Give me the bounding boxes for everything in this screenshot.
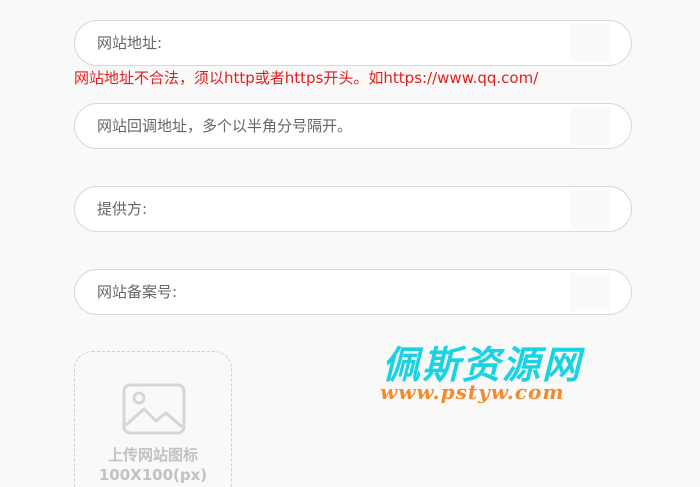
field-inner-shade: [571, 190, 611, 228]
provider-field[interactable]: [74, 186, 632, 232]
site-url-error-message: 网站地址不合法，须以http或者https开头。如https://www.qq.…: [74, 69, 539, 87]
record-number-field[interactable]: [74, 269, 632, 315]
site-icon-upload-button[interactable]: 上传网站图标 100X100(px): [74, 351, 232, 487]
upload-size-hint: 100X100(px): [98, 466, 208, 484]
provider-input[interactable]: [75, 187, 610, 231]
field-inner-shade: [571, 24, 611, 62]
callback-url-input[interactable]: [75, 104, 610, 148]
upload-label: 上传网站图标: [107, 446, 198, 464]
image-icon: [122, 383, 186, 435]
site-url-input[interactable]: [75, 21, 610, 65]
app-form-page: 网站地址不合法，须以http或者https开头。如https://www.qq.…: [0, 0, 700, 487]
watermark-url: www.pstyw.com: [380, 380, 565, 404]
site-url-field[interactable]: [74, 20, 632, 66]
record-number-input[interactable]: [75, 270, 610, 314]
callback-url-field[interactable]: [74, 103, 632, 149]
site-watermark: 佩斯资源网 www.pstyw.com: [380, 334, 620, 414]
field-inner-shade: [571, 273, 611, 311]
field-inner-shade: [571, 107, 611, 145]
